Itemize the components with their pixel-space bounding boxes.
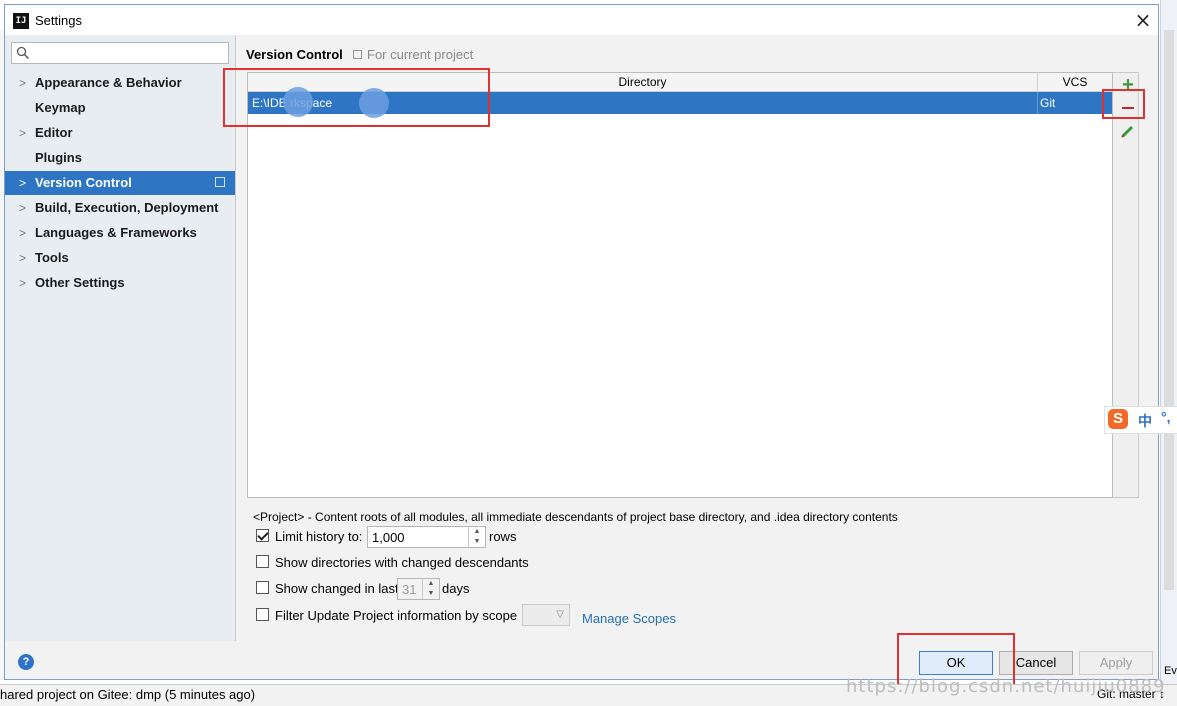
- title-bar: IJ Settings ×: [5, 5, 1158, 35]
- manage-scopes-link[interactable]: Manage Scopes: [582, 611, 676, 626]
- spinner-arrows-icon[interactable]: ▲ ▼: [422, 579, 439, 599]
- chevron-right-icon: >: [19, 251, 27, 265]
- apply-button[interactable]: Apply: [1079, 651, 1153, 675]
- sidebar-item-version-control[interactable]: > Version Control: [5, 171, 235, 195]
- search-icon: [16, 46, 30, 60]
- show-changed-last-checkbox[interactable]: [256, 581, 269, 594]
- side-tab-event-log[interactable]: Ev: [1164, 665, 1177, 677]
- settings-dialog: IJ Settings × > Appearance & Behavior Key…: [4, 4, 1159, 680]
- filter-update-checkbox[interactable]: [256, 608, 269, 621]
- scope-note: For current project: [353, 47, 473, 62]
- chevron-right-icon: >: [19, 276, 27, 290]
- sidebar-item-appearance-behavior[interactable]: > Appearance & Behavior: [5, 71, 235, 95]
- spinner-arrows-icon[interactable]: ▲ ▼: [468, 527, 485, 547]
- sidebar-item-label: Other Settings: [35, 275, 125, 290]
- sidebar-item-label: Tools: [35, 250, 69, 265]
- sidebar-item-build-execution-deployment[interactable]: > Build, Execution, Deployment: [5, 196, 235, 220]
- window-title: Settings: [35, 13, 82, 28]
- changed-days-value: 31: [402, 582, 417, 597]
- limit-history-stepper[interactable]: 1,000 ▲ ▼: [367, 526, 486, 548]
- show-changed-descendants-label: Show directories with changed descendant…: [275, 555, 529, 570]
- chevron-right-icon: >: [19, 226, 27, 240]
- sidebar-item-label: Languages & Frameworks: [35, 225, 197, 240]
- page-title: Version Control: [246, 47, 343, 62]
- chevron-right-icon: >: [19, 76, 27, 90]
- sidebar-item-keymap[interactable]: Keymap: [5, 96, 235, 120]
- row-vcs: Git: [1040, 96, 1056, 110]
- limit-history-suffix: rows: [489, 529, 517, 544]
- limit-history-checkbox[interactable]: [256, 529, 269, 542]
- chevron-right-icon: >: [19, 176, 27, 190]
- column-divider: [1037, 92, 1038, 114]
- sidebar-item-other-settings[interactable]: > Other Settings: [5, 271, 235, 295]
- roots-description: <Project> - Content roots of all modules…: [253, 510, 898, 524]
- highlight-box-directory-row: [223, 68, 490, 127]
- changed-days-stepper[interactable]: 31 ▲ ▼: [397, 578, 440, 600]
- sogou-ime-icon: S: [1108, 409, 1128, 429]
- chevron-right-icon: >: [19, 201, 27, 215]
- help-icon[interactable]: ?: [18, 654, 34, 670]
- highlight-box-remove-button: [1102, 89, 1145, 119]
- project-scope-icon: [353, 50, 362, 59]
- background-scrollbar: [1164, 30, 1174, 590]
- column-header-vcs[interactable]: VCS: [1038, 73, 1112, 92]
- limit-history-label: Limit history to:: [275, 529, 363, 544]
- edit-mapping-button[interactable]: [1119, 122, 1137, 140]
- sidebar-item-label: Build, Execution, Deployment: [35, 200, 219, 215]
- show-changed-last-label: Show changed in last: [275, 581, 399, 596]
- changed-days-suffix: days: [442, 581, 470, 596]
- settings-sidebar: > Appearance & Behavior Keymap > Editor Pl…: [5, 35, 236, 641]
- sidebar-item-label: Version Control: [35, 175, 132, 190]
- chevron-right-icon: >: [19, 126, 27, 140]
- ime-punctuation-label[interactable]: °,: [1161, 409, 1171, 425]
- watermark: https://blog.csdn.net/huijiu0889: [846, 676, 1166, 697]
- project-scope-icon: [215, 177, 225, 187]
- sidebar-item-plugins[interactable]: Plugins: [5, 146, 235, 170]
- sidebar-item-editor[interactable]: > Editor: [5, 121, 235, 145]
- ime-toolbar[interactable]: S 中 °,: [1104, 406, 1177, 434]
- scope-note-text: For current project: [367, 47, 474, 62]
- sidebar-item-label: Editor: [35, 125, 73, 140]
- sidebar-item-label: Plugins: [35, 150, 82, 165]
- chevron-down-icon: ▽: [556, 609, 564, 620]
- settings-search-input[interactable]: [11, 42, 229, 64]
- scope-select[interactable]: ▽: [522, 604, 570, 626]
- sidebar-item-languages-frameworks[interactable]: > Languages & Frameworks: [5, 221, 235, 245]
- sidebar-item-label: Appearance & Behavior: [35, 75, 182, 90]
- pencil-icon: [1121, 125, 1134, 138]
- status-message: hared project on Gitee: dmp (5 minutes a…: [0, 687, 256, 702]
- ime-language-label[interactable]: 中: [1138, 411, 1152, 431]
- limit-history-value: 1,000: [372, 530, 405, 545]
- sidebar-item-tools[interactable]: > Tools: [5, 246, 235, 270]
- close-icon[interactable]: ×: [1132, 9, 1154, 31]
- sidebar-item-label: Keymap: [35, 100, 86, 115]
- intellij-app-icon: IJ: [13, 13, 29, 29]
- filter-update-label: Filter Update Project information by sco…: [275, 608, 518, 623]
- background-editor-strip: [1160, 0, 1177, 705]
- show-changed-descendants-checkbox[interactable]: [256, 555, 269, 568]
- vcs-mappings-table[interactable]: Directory VCS E:\IDE rkspace Git: [247, 72, 1113, 498]
